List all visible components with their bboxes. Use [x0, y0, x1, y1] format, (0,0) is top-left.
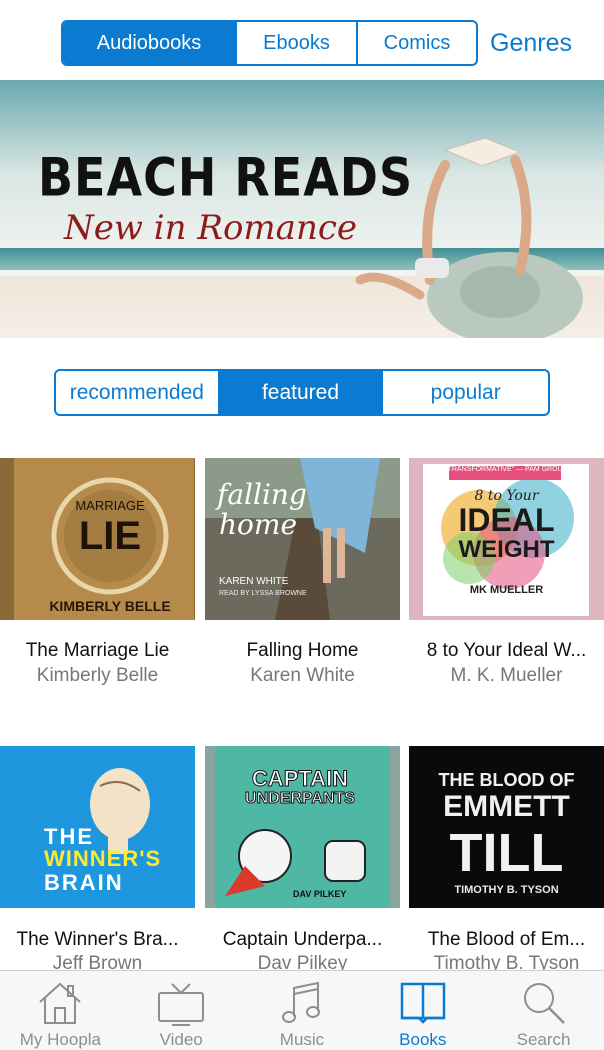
book-item[interactable]: THE BLOOD OF EMMETT TILL TIMOTHY B. TYSO… [409, 746, 604, 974]
tv-icon [158, 983, 205, 1026]
tab-video[interactable]: Video [121, 971, 242, 1050]
tab-popular[interactable]: popular [383, 371, 548, 414]
book-title: Captain Underpa... [222, 929, 383, 950]
book-item[interactable]: "TRANSFORMATIVE" — PAM GROUT 8 to Your I… [409, 458, 604, 686]
book-item[interactable]: CAPTAIN UNDERPANTS DAV PILKEY Captain Un… [205, 746, 400, 974]
book-cover[interactable]: falling home KAREN WHITE READ BY LYSSA B… [205, 458, 400, 620]
tab-books[interactable]: Books [362, 971, 483, 1050]
book-icon [400, 982, 446, 1024]
book-cover[interactable]: "TRANSFORMATIVE" — PAM GROUT 8 to Your I… [409, 458, 604, 620]
tab-label: Search [516, 1030, 571, 1049]
book-author: M. K. Mueller [450, 665, 563, 686]
book-item[interactable]: THE WINNER'S BRAIN The Winner's Bra... J… [0, 746, 195, 974]
tab-ebooks[interactable]: Ebooks [237, 22, 358, 64]
book-title: The Blood of Em... [427, 929, 586, 950]
book-cover[interactable]: MARRIAGE LIE KIMBERLY BELLE [0, 458, 195, 620]
banner-subtitle: New in Romance [64, 208, 358, 248]
book-cover[interactable]: CAPTAIN UNDERPANTS DAV PILKEY [205, 746, 400, 908]
tab-audiobooks[interactable]: Audiobooks [63, 22, 237, 64]
cover-line: UNDERPANTS [245, 790, 356, 808]
book-title: 8 to Your Ideal W... [426, 640, 587, 661]
cover-line: LIE [78, 514, 142, 558]
book-item[interactable]: falling home KAREN WHITE READ BY LYSSA B… [205, 458, 400, 686]
list-filter-segmented-control: recommended featured popular [54, 369, 550, 416]
top-nav-bar: Audiobooks Ebooks Comics Genres [0, 0, 604, 80]
tab-my-hoopla[interactable]: My Hoopla [0, 971, 121, 1050]
book-title: The Marriage Lie [25, 640, 170, 661]
cover-line: MK MUELLER [469, 584, 544, 596]
tab-label: Video [159, 1030, 203, 1049]
book-title: Falling Home [246, 640, 359, 661]
cover-line: DAV PILKEY [293, 889, 347, 899]
cover-line: WINNER'S [44, 846, 162, 871]
cover-line: EMMETT [443, 790, 570, 823]
format-segmented-control: Audiobooks Ebooks Comics [61, 20, 478, 66]
book-cover[interactable]: THE BLOOD OF EMMETT TILL TIMOTHY B. TYSO… [409, 746, 604, 908]
tab-label: Books [399, 1030, 447, 1049]
cover-line: IDEAL [458, 502, 555, 538]
music-note-icon [281, 981, 320, 1023]
book-author: Karen White [250, 665, 355, 686]
cover-line: MARRIAGE [75, 498, 145, 513]
banner-title: BEACH READS [38, 145, 414, 209]
book-title: The Winner's Bra... [16, 929, 179, 950]
promo-banner[interactable]: BEACH READS New in Romance [0, 80, 604, 338]
cover-line: KIMBERLY BELLE [49, 598, 171, 614]
bottom-tab-bar: My Hoopla Video Music Books Search [0, 970, 604, 1050]
cover-line: TIMOTHY B. TYSON [454, 884, 559, 896]
book-author: Kimberly Belle [36, 665, 159, 686]
tab-search[interactable]: Search [483, 971, 604, 1050]
tab-recommended[interactable]: recommended [56, 371, 220, 414]
tab-label: Music [279, 1030, 325, 1049]
cover-line: "TRANSFORMATIVE" — PAM GROUT [445, 466, 567, 473]
cover-line: READ BY LYSSA BROWNE [219, 590, 307, 597]
book-item[interactable]: MARRIAGE LIE KIMBERLY BELLE The Marriage… [0, 458, 195, 686]
search-icon [523, 983, 565, 1024]
cover-line: CAPTAIN [251, 766, 349, 792]
tab-label: My Hoopla [19, 1030, 102, 1049]
cover-line: THE BLOOD OF [438, 770, 575, 790]
genres-link[interactable]: Genres [490, 29, 572, 58]
tab-comics[interactable]: Comics [358, 22, 476, 64]
house-icon [39, 982, 82, 1024]
cover-line: home [219, 508, 298, 541]
cover-line: KAREN WHITE [219, 576, 289, 587]
cover-line: WEIGHT [458, 536, 555, 563]
book-cover[interactable]: THE WINNER'S BRAIN [0, 746, 195, 908]
cover-line: BRAIN [44, 870, 124, 895]
cover-line: falling [217, 478, 307, 511]
cover-line: TILL [449, 823, 564, 883]
tab-featured[interactable]: featured [219, 371, 384, 414]
tab-music[interactable]: Music [242, 971, 363, 1050]
